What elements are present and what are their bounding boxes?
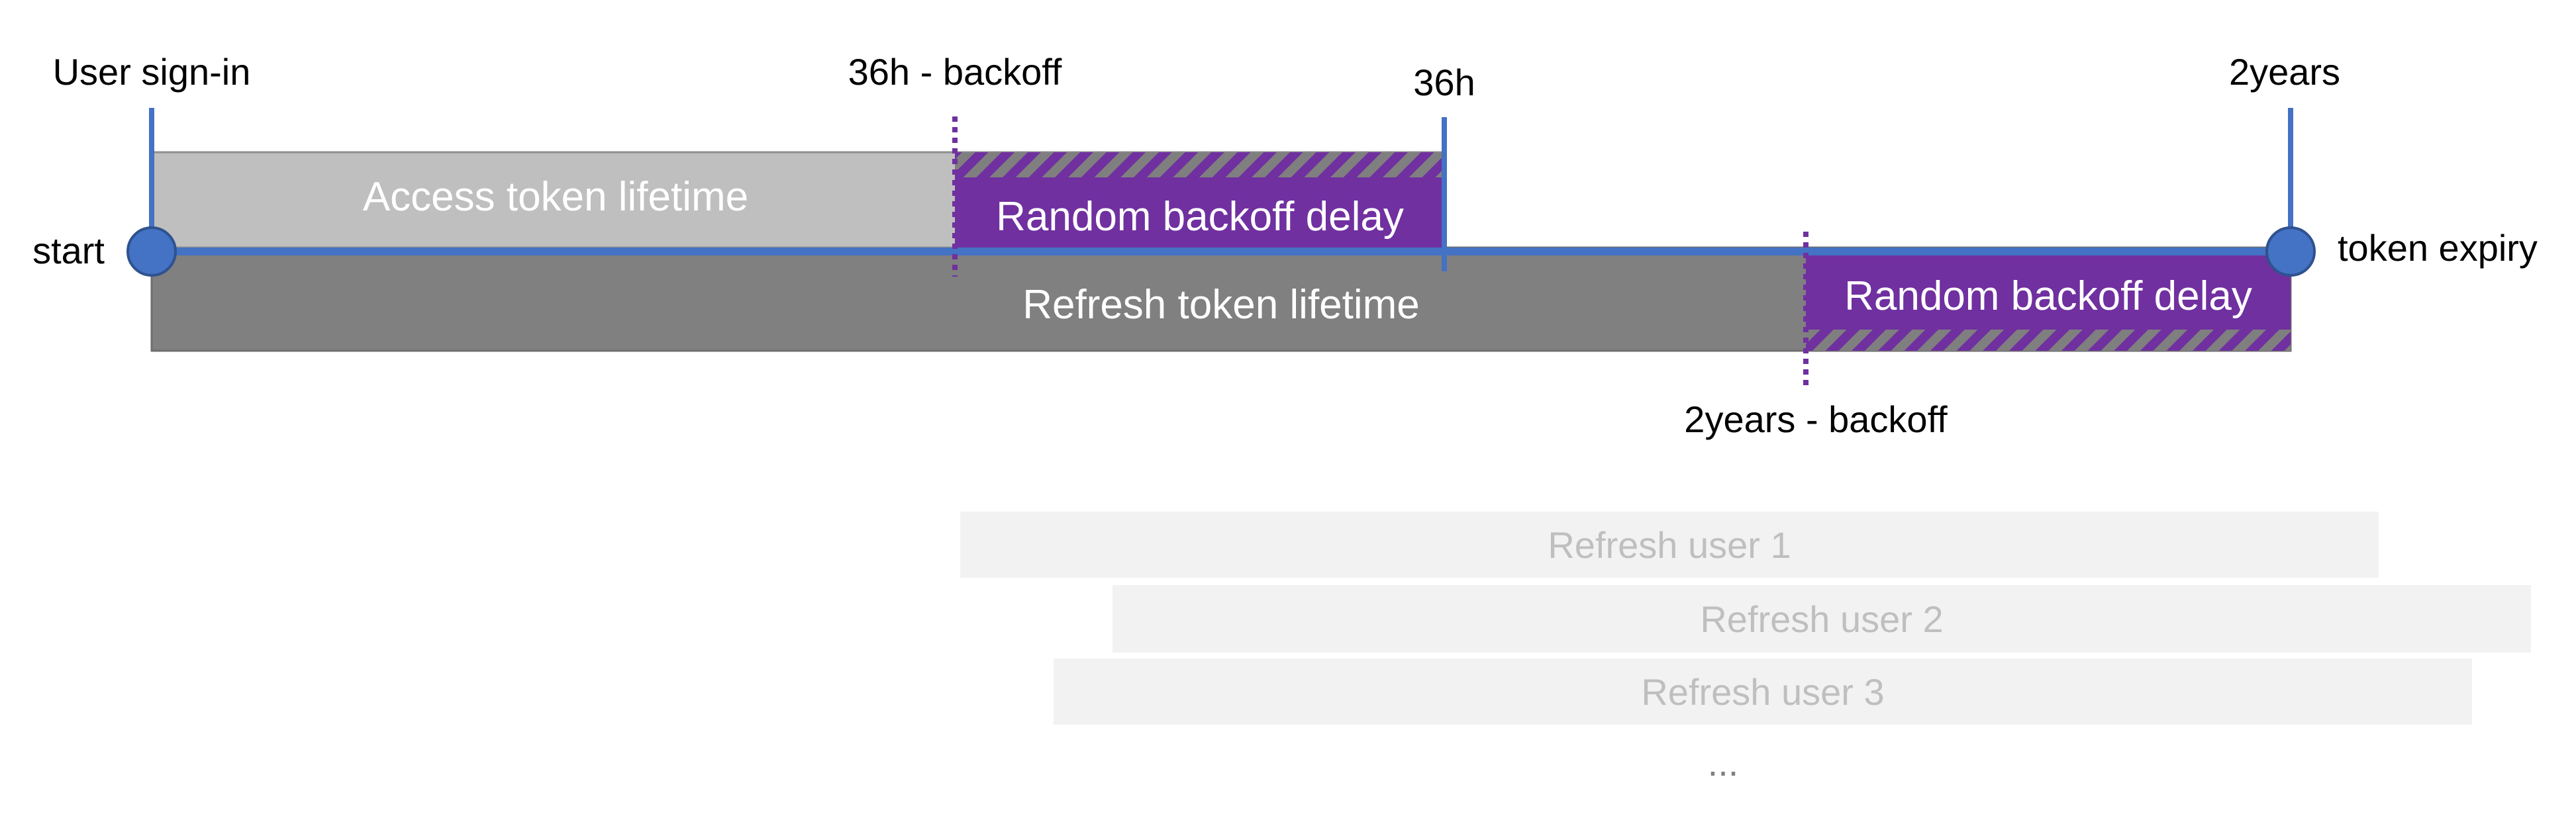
refresh-user-label-2: Refresh user 2 (1700, 598, 1943, 640)
start-point (126, 226, 177, 277)
backoff-36h-label: 36h - backoff (848, 51, 1062, 93)
mark-2years-label: 2years (2229, 51, 2340, 93)
start-label: start (32, 230, 105, 271)
random-backoff-label-1: Random backoff delay (996, 194, 1404, 240)
ellipsis: ... (1708, 742, 1739, 784)
refresh-token-label: Refresh token lifetime (1022, 282, 1420, 328)
access-token-label: Access token lifetime (363, 174, 748, 220)
refresh-user-label-3: Refresh user 3 (1641, 671, 1884, 713)
backoff-2years-label: 2years - backoff (1684, 398, 1948, 440)
token-lifetime-diagram: Refresh token lifetime Access token life… (32, 51, 2538, 784)
mark-36h-label: 36h (1413, 62, 1475, 103)
backoff-hatch-2 (1806, 330, 2291, 351)
user-signin-label: User sign-in (53, 51, 251, 93)
expiry-point (2265, 226, 2316, 277)
refresh-user-label-1: Refresh user 1 (1548, 524, 1791, 566)
token-expiry-label: token expiry (2338, 227, 2538, 269)
backoff-hatch-1 (955, 152, 1444, 177)
random-backoff-label-2: Random backoff delay (1844, 273, 2252, 319)
